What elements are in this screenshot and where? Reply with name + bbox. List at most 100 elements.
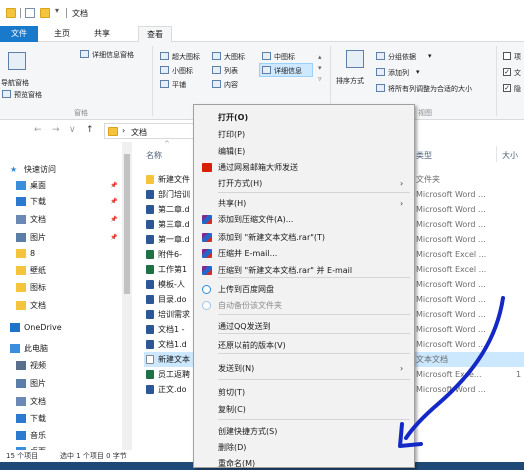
context-menu-item[interactable]: 创建快捷方式(S) [196,423,412,440]
window-title: 文档 [72,9,88,18]
layout-list[interactable]: 列表 [224,66,238,76]
preview-pane-button[interactable]: 预览窗格 [14,90,42,100]
layout-medium-icons[interactable]: 中图标 [274,52,295,62]
context-menu-label: 自动备份该文件夹 [218,301,282,310]
context-menu-item[interactable]: 打开方式(H) › [196,175,412,192]
sidebar-item[interactable]: 此电脑 [0,341,126,357]
sidebar-item-label: 图标 [30,283,46,292]
hidden-items-checkbox[interactable]: ✓ [503,84,511,92]
context-menu-item[interactable]: 发送到(N) › [196,360,412,377]
file-type: Microsoft Excel ... [416,265,487,274]
pin-icon: 📌 [110,216,118,223]
file-size: 1 [516,370,522,379]
sidebar-item[interactable]: 图片 📌 [0,230,126,246]
layout-scroll-arrows[interactable]: ▴ ▾ ▿ [318,52,322,85]
address-input[interactable]: › 文档 [104,123,200,139]
sidebar-item[interactable]: 壁纸 [0,263,126,279]
sidebar-item[interactable]: 下载 📌 [0,194,126,210]
up-arrow-icon[interactable]: ↑ [86,125,94,135]
context-menu-item[interactable]: 添加到 "新建文本文档.rar"(T) [196,229,412,246]
navigation-pane-icon[interactable] [8,52,26,70]
sidebar-item[interactable]: 8 [0,246,126,262]
tab-home[interactable]: 主页 [44,26,80,42]
file-name: 员工返聘 [158,370,190,379]
context-menu-label: 编辑(E) [218,147,246,156]
layout-details[interactable]: 详细信息 [274,66,302,76]
context-menu-label: 添加到 "新建文本文档.rar"(T) [218,233,326,242]
item-checkbox[interactable] [503,52,511,60]
winrar-icon [202,215,212,224]
forward-arrow-icon[interactable]: → [52,125,60,135]
sidebar-item[interactable]: 文档 📌 [0,212,126,228]
file-name: 附件6- [158,250,182,259]
column-header-size[interactable]: 大小 [502,150,518,161]
context-menu-item[interactable]: 删除(D) [196,439,412,456]
properties-icon[interactable] [25,8,35,18]
customize-toolbar-icon[interactable]: ▾ [55,6,59,15]
sidebar-item[interactable]: ★ 快速访问 [0,162,126,178]
sidebar-item[interactable]: 音乐 [0,428,126,444]
breadcrumb-path[interactable]: 文档 [131,127,147,138]
context-menu-item[interactable]: 编辑(E) [196,143,412,160]
layout-content[interactable]: 内容 [224,80,238,90]
recent-chevron-icon[interactable]: ∨ [69,125,76,135]
extension-checkbox[interactable]: ✓ [503,68,511,76]
file-type: Microsoft Word ... [416,205,486,214]
tab-file[interactable]: 文件 [0,26,38,42]
size-all-columns-button[interactable]: 将所有列调整为合适的大小 [388,84,472,94]
sidebar-item[interactable]: 视频 [0,358,126,374]
context-menu-item[interactable]: 重命名(M) [196,455,412,470]
menu-separator [218,333,410,334]
sidebar-item[interactable]: 文档 [0,394,126,410]
selection-info: 选中 1 个项目 0 字节 [60,452,127,460]
sidebar-item[interactable]: 下载 [0,411,126,427]
context-menu-label: 创建快捷方式(S) [218,427,278,436]
context-menu-item[interactable]: 还原以前的版本(V) [196,337,412,354]
folder-icon [16,249,26,258]
context-menu-item[interactable]: 复制(C) [196,401,412,418]
divider [20,8,21,18]
menu-separator [218,379,410,380]
sidebar-item[interactable]: OneDrive [0,320,126,336]
scrollbar-thumb[interactable] [124,154,130,294]
tab-view[interactable]: 查看 [138,26,172,43]
size-columns-icon [376,84,385,92]
back-arrow-icon[interactable]: ← [34,125,42,135]
folder-icon [6,8,16,18]
new-folder-icon[interactable] [40,8,50,18]
navigation-pane: ★ 快速访问 桌面 📌 下载 📌 文档 📌 图片 📌 8 壁纸 图标 文档 OneDrive 此电脑 视频 图片文… [0,142,132,456]
baidu-netdisk-icon [202,301,211,310]
layout-xl-icons[interactable]: 超大图标 [172,52,200,62]
sidebar-item[interactable]: 文档 [0,298,126,314]
details-pane-button[interactable]: 详细信息窗格 [92,50,134,60]
sidebar-item[interactable]: 图标 [0,280,126,296]
sort-by-button[interactable]: 排序方式 [336,76,364,86]
context-menu-item[interactable]: 打印(P) [196,126,412,143]
navigation-pane-button[interactable]: 导航窗格 [1,78,29,88]
column-header-type[interactable]: 类型 [416,150,432,161]
winrar-icon [202,233,212,242]
group-by-button[interactable]: 分组依据 [388,52,416,62]
layout-large-icons[interactable]: 大图标 [224,52,245,62]
sidebar-item[interactable]: 图片 [0,376,126,392]
context-menu-item[interactable]: 通过网易邮箱大师发送 [196,159,412,176]
layout-small-icons[interactable]: 小图标 [172,66,193,76]
add-columns-button[interactable]: 添加列 [388,68,409,78]
context-menu-item[interactable]: 压缩并 E-mail... [196,245,412,262]
sort-by-icon[interactable] [346,50,364,68]
layout-tiles[interactable]: 平铺 [172,80,186,90]
file-name: 第一章.d [158,235,190,244]
context-menu-item[interactable]: 共享(H) › [196,195,412,212]
tab-share[interactable]: 共享 [84,26,120,42]
sidebar-item[interactable]: 桌面 📌 [0,178,126,194]
context-menu-item[interactable]: 打开(O) [196,109,412,126]
details-pane-icon[interactable] [80,50,89,58]
nav-scrollbar[interactable] [122,142,132,450]
column-header-name[interactable]: 名称 [146,150,162,161]
context-menu-item[interactable]: 剪切(T) [196,384,412,401]
word-file-icon [146,220,154,229]
context-menu-item[interactable]: 上传到百度网盘 [196,281,412,298]
context-menu-label: 打开方式(H) [218,179,263,188]
preview-pane-icon[interactable] [2,90,11,98]
context-menu-item[interactable]: 添加到压缩文件(A)... [196,211,412,228]
